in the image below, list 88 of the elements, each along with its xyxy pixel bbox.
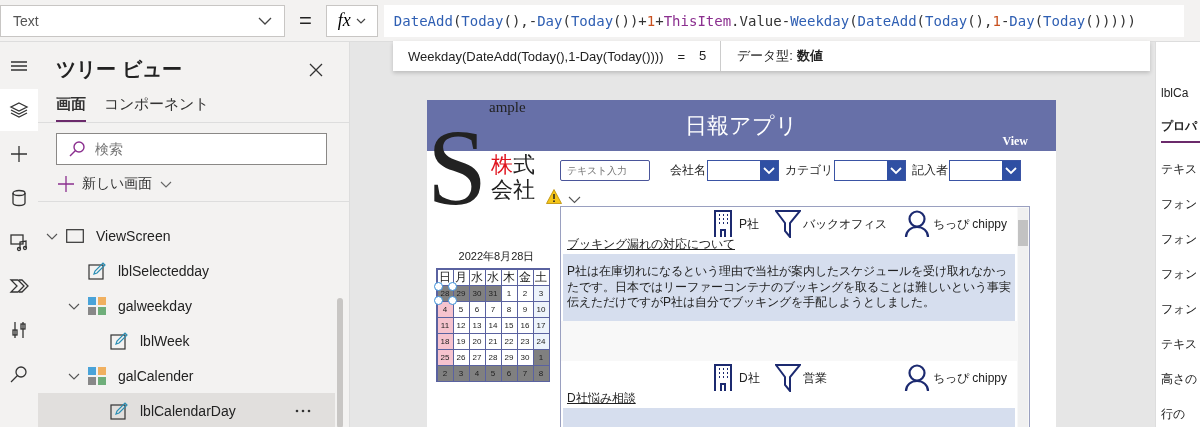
- search-icon: [9, 364, 29, 384]
- category-name: 営業: [803, 369, 827, 387]
- property-label: フォン: [1161, 266, 1198, 283]
- category-name: バックオフィス: [803, 216, 887, 233]
- media-icon: [9, 232, 29, 252]
- record-text: P社は在庫切れになるという理由で当社が案内したスケジュールを受け取れなかったです。日本ではリーファーコンテナのブッキングを取ることは難しいという事実伝えただけですがP社は自分でブッキングを手配しようとしました。: [567, 264, 1011, 311]
- chevron-down-icon[interactable]: [568, 196, 581, 204]
- database-icon: [9, 188, 29, 208]
- filter-dropdown[interactable]: [834, 160, 906, 181]
- tools-icon: [9, 320, 29, 340]
- person-icon: [904, 210, 930, 238]
- chevron-down-icon: [258, 16, 272, 25]
- author-name: ちっぴ chippy: [933, 369, 1008, 387]
- control-name: lblCa: [1161, 86, 1190, 100]
- search-icon: [68, 140, 86, 158]
- tree-item[interactable]: galCalender: [38, 358, 335, 393]
- rail-layers-button[interactable]: [0, 89, 38, 131]
- record-title-link[interactable]: D社悩み相談: [567, 389, 773, 408]
- property-dropdown[interactable]: Text: [0, 4, 285, 37]
- filter-dropdown[interactable]: [707, 160, 779, 181]
- plus-icon: [58, 176, 74, 192]
- chevron-down-icon: [355, 17, 366, 24]
- gallery-icon: [88, 366, 106, 385]
- company-name: P社: [739, 216, 759, 233]
- property-label: フォン: [1161, 301, 1198, 318]
- funnel-icon: [775, 363, 801, 392]
- filter-label: カテゴリ: [785, 162, 833, 179]
- tree-item[interactable]: lblSelectedday: [38, 253, 335, 288]
- panel-title: ツリー ビュー: [56, 57, 182, 82]
- company-name: D社: [739, 369, 760, 387]
- function-button[interactable]: fx: [325, 4, 378, 37]
- tree-item[interactable]: lblWeek: [38, 323, 335, 358]
- warning-icon: [546, 189, 562, 204]
- text-input[interactable]: テキスト入力: [560, 160, 650, 181]
- equals-sign: =: [299, 7, 312, 34]
- scrollbar-thumb[interactable]: [337, 298, 343, 427]
- edit-label-icon: [88, 261, 106, 280]
- property-label: 行の: [1161, 406, 1186, 423]
- property-label: テキス: [1161, 336, 1198, 353]
- scrollbar-thumb[interactable]: [1018, 220, 1028, 246]
- edit-label-icon: [110, 401, 128, 420]
- layers-icon: [9, 100, 29, 120]
- property-label: テキス: [1161, 161, 1198, 178]
- scrollbar[interactable]: [1018, 208, 1028, 427]
- flow-icon: [9, 276, 29, 296]
- tooltip-expression: Weekday(DateAdd(Today(),1-Day(Today()))): [408, 48, 664, 64]
- property-label: フォン: [1161, 231, 1198, 248]
- chevron-down-icon: [160, 180, 172, 188]
- plus-icon: [9, 144, 29, 164]
- close-icon[interactable]: [309, 62, 323, 77]
- record-title-link[interactable]: ブッキング漏れの対応について: [567, 236, 773, 254]
- tree-item[interactable]: ViewScreen: [38, 218, 335, 253]
- search-field[interactable]: 検索: [56, 133, 327, 165]
- tree-item[interactable]: galweekday: [38, 288, 335, 323]
- gallery-icon: [88, 296, 106, 315]
- building-icon: [714, 363, 732, 392]
- chevron-down-icon: [763, 166, 775, 175]
- chevron-down-icon: [1005, 166, 1017, 175]
- logo-kanji: 式: [513, 153, 535, 178]
- author-name: ちっぴ chippy: [933, 216, 1008, 233]
- logo-kanji: 会社: [491, 178, 535, 203]
- edit-label-icon: [110, 331, 128, 350]
- properties-tab[interactable]: プロパ: [1161, 118, 1200, 143]
- filter-label: 記入者: [912, 162, 948, 179]
- weekday-cell: 日: [436, 268, 454, 286]
- calendar-date: 2022年8月28日: [457, 249, 536, 264]
- person-icon: [904, 363, 930, 392]
- property-label: 高さの: [1161, 371, 1198, 388]
- formula-field[interactable]: DateAdd(Today(),-Day(Today())+1+ThisItem.Value-Weekday(DateAdd(Today(),1-Day(Today())))): [383, 4, 1184, 37]
- logo-kanji: 株: [491, 153, 513, 178]
- tooltip-data-type: データ型: 数値: [737, 47, 823, 65]
- calendar-day[interactable]: 28: [436, 284, 454, 302]
- app-title: 日報アプリ: [685, 111, 798, 140]
- panel-tab[interactable]: 画面: [56, 95, 86, 122]
- filter-dropdown[interactable]: [949, 160, 1021, 181]
- logo-wordmark: ample: [489, 100, 526, 115]
- property-label: フォン: [1161, 196, 1198, 213]
- more-icon[interactable]: [295, 408, 311, 413]
- mode-label: View: [1002, 134, 1028, 149]
- screen-icon: [66, 228, 84, 243]
- panel-tab[interactable]: コンポーネント: [104, 95, 209, 122]
- funnel-icon: [775, 210, 801, 238]
- chevron-down-icon: [890, 166, 902, 175]
- filter-label: 会社名: [670, 162, 706, 179]
- tree-item[interactable]: lblCalendarDay: [38, 393, 335, 427]
- tooltip-equals: =: [677, 48, 686, 64]
- building-icon: [714, 210, 732, 238]
- new-screen-button[interactable]: 新しい画面: [38, 165, 349, 202]
